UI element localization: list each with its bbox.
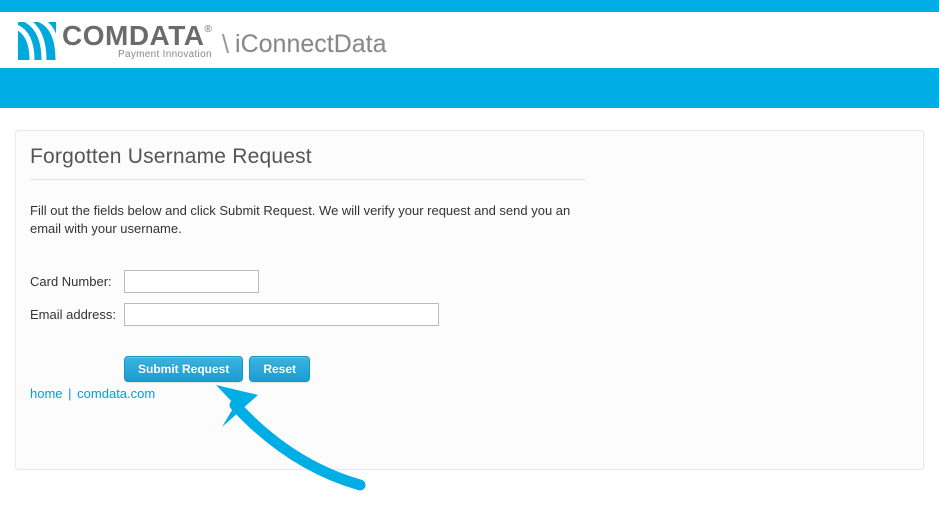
nav-bar [0, 68, 939, 108]
top-stripe [0, 0, 939, 12]
email-input[interactable] [124, 303, 439, 326]
reset-button[interactable]: Reset [249, 356, 310, 382]
brand-separator: \ [222, 31, 229, 57]
card-number-row: Card Number: [30, 270, 909, 293]
email-row: Email address: [30, 303, 909, 326]
logo-block: COMDATA® Payment Innovation [18, 22, 212, 60]
comdata-link[interactable]: comdata.com [77, 386, 155, 401]
brand-registered: ® [204, 24, 211, 35]
instructions-text: Fill out the fields below and click Subm… [30, 202, 585, 238]
email-label: Email address: [30, 307, 124, 322]
brand-name: COMDATA [62, 20, 204, 51]
link-separator: | [68, 386, 71, 401]
product-name: iConnectData [235, 32, 386, 57]
card-number-input[interactable] [124, 270, 259, 293]
footer-links: home | comdata.com [30, 386, 909, 401]
home-link[interactable]: home [30, 386, 63, 401]
submit-request-button[interactable]: Submit Request [124, 356, 243, 382]
comdata-logo-icon [18, 22, 56, 60]
logo-text: COMDATA® Payment Innovation [62, 22, 212, 60]
page-wrap: Forgotten Username Request Fill out the … [0, 108, 939, 485]
buttons-row: Submit Request Reset [124, 356, 909, 382]
forgot-username-card: Forgotten Username Request Fill out the … [15, 130, 924, 470]
page-title: Forgotten Username Request [30, 145, 909, 169]
brand-tagline: Payment Innovation [62, 49, 212, 60]
divider [30, 179, 585, 180]
card-number-label: Card Number: [30, 274, 124, 289]
header: COMDATA® Payment Innovation \ iConnectDa… [0, 12, 939, 68]
